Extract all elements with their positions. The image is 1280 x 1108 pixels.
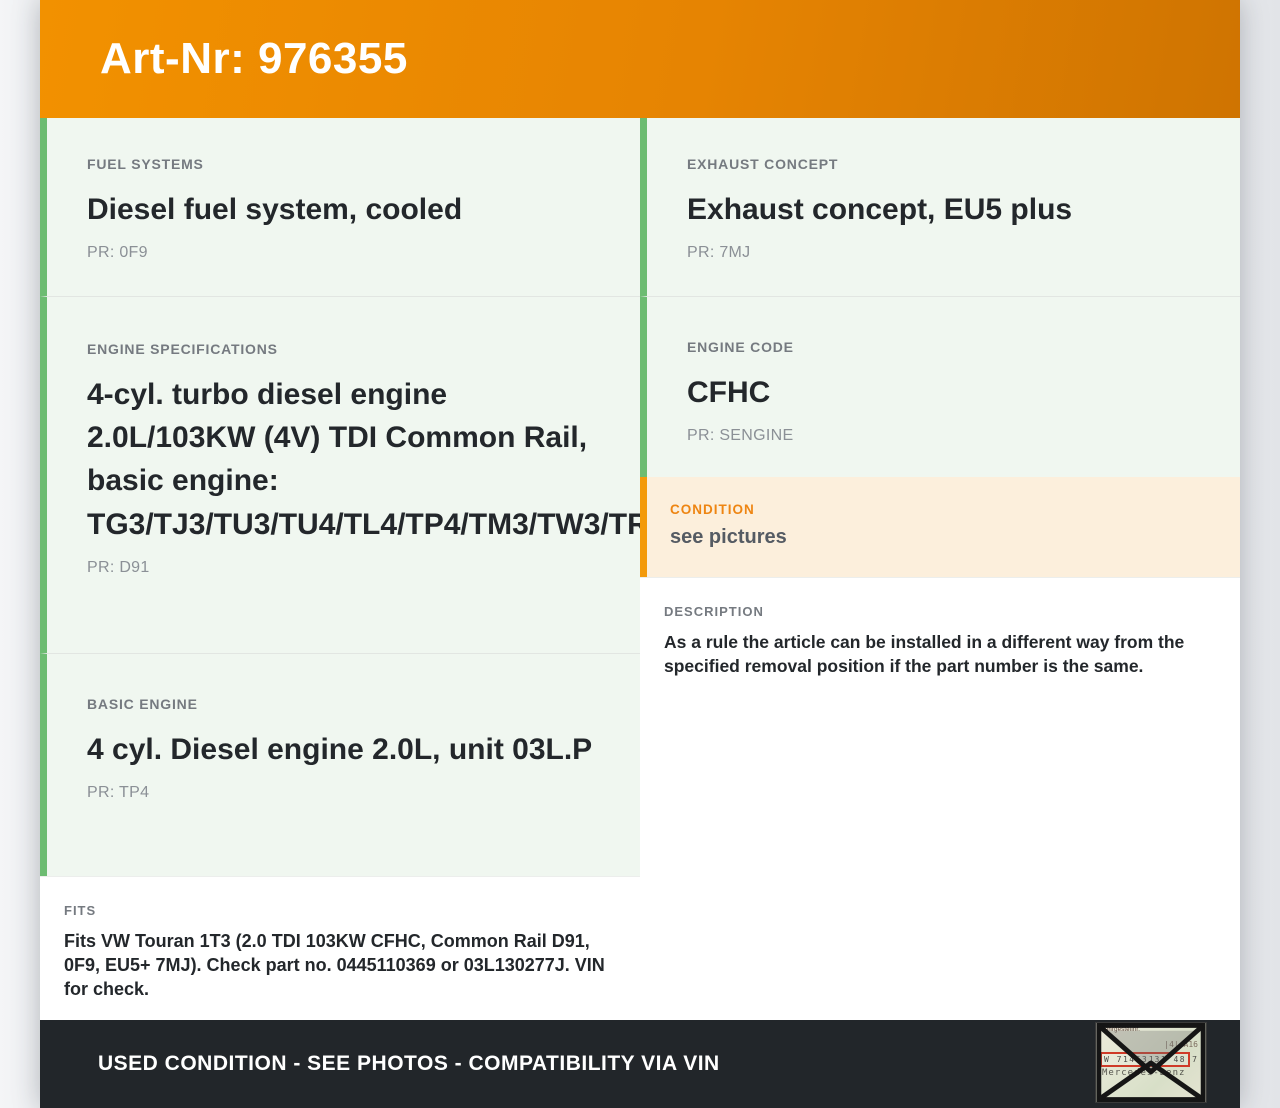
page-header: Art-Nr: 976355 [40, 0, 1240, 118]
engine-specifications-pr-code: PR: D91 [87, 558, 150, 576]
description-label: DESCRIPTION [664, 604, 764, 619]
fuel-systems-pr-code: PR: 0F9 [87, 244, 148, 262]
left-column: FUEL SYSTEMS Diesel fuel system, cooled … [40, 118, 794, 1020]
right-column: EXHAUST CONCEPT Exhaust concept, EU5 plu… [640, 118, 1240, 1020]
envelope-icon [1096, 1023, 1206, 1102]
vin-document-thumbnail: Fahrgestellnr. |4| A16 W 71463J31 48 7 M… [1095, 1022, 1207, 1103]
engine-specifications-title: 4-cyl. turbo diesel engine 2.0L/103KW (4… [87, 378, 794, 541]
engine-specifications-label: ENGINE SPECIFICATIONS [87, 341, 278, 357]
exhaust-concept-pr-code: PR: 7MJ [687, 244, 751, 262]
condition-label: CONDITION [670, 502, 755, 517]
fits-label: FITS [64, 903, 97, 918]
fuel-systems-label: FUEL SYSTEMS [87, 156, 204, 172]
card-condition: CONDITION see pictures [640, 477, 1240, 577]
description-section: DESCRIPTION As a rule the article can be… [640, 577, 1240, 1020]
condition-value: see pictures [670, 526, 787, 548]
basic-engine-pr-code: PR: TP4 [87, 784, 150, 802]
exhaust-concept-label: EXHAUST CONCEPT [687, 156, 839, 172]
engine-code-pr-code: PR: SENGINE [687, 427, 794, 445]
listing-page: Art-Nr: 976355 FUEL SYSTEMS Diesel fuel … [40, 0, 1240, 1108]
fuel-systems-title: Diesel fuel system, cooled [87, 193, 463, 226]
footer-condition-text: USED CONDITION - SEE PHOTOS - COMPATIBIL… [98, 1052, 720, 1075]
exhaust-concept-title: Exhaust concept, EU5 plus [687, 193, 1073, 226]
card-engine-code: ENGINE CODE CFHC PR: SENGINE [640, 296, 1240, 477]
article-number-title: Art-Nr: 976355 [100, 34, 408, 83]
basic-engine-title: 4 cyl. Diesel engine 2.0L, unit 03L.P [87, 733, 593, 766]
footer-banner: USED CONDITION - SEE PHOTOS - COMPATIBIL… [40, 1020, 1240, 1108]
basic-engine-label: BASIC ENGINE [87, 696, 198, 712]
engine-code-label: ENGINE CODE [687, 339, 794, 355]
card-exhaust-concept: EXHAUST CONCEPT Exhaust concept, EU5 plu… [640, 118, 1240, 296]
fits-text: Fits VW Touran 1T3 (2.0 TDI 103KW CFHC, … [64, 931, 605, 999]
main-content: FUEL SYSTEMS Diesel fuel system, cooled … [40, 118, 1240, 1020]
fits-section: FITS Fits VW Touran 1T3 (2.0 TDI 103KW C… [40, 876, 640, 1020]
engine-code-title: CFHC [687, 376, 771, 409]
card-basic-engine: BASIC ENGINE 4 cyl. Diesel engine 2.0L, … [40, 653, 640, 876]
card-engine-specifications: ENGINE SPECIFICATIONS 4-cyl. turbo diese… [40, 296, 794, 653]
description-text: As a rule the article can be installed i… [664, 632, 1185, 676]
card-fuel-systems: FUEL SYSTEMS Diesel fuel system, cooled … [40, 118, 640, 296]
